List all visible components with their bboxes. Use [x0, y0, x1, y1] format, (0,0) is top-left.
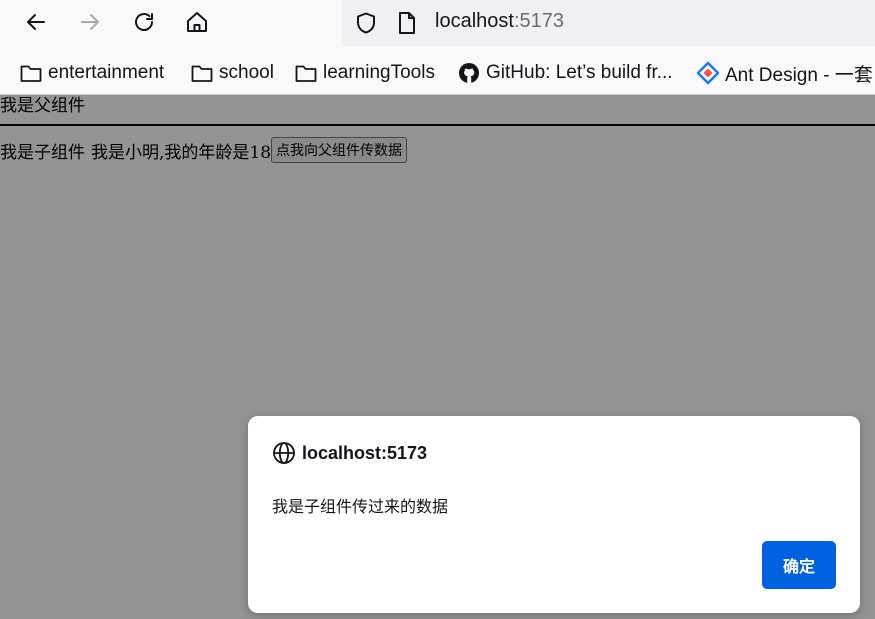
- folder-icon: [20, 65, 42, 82]
- back-button[interactable]: [18, 4, 54, 40]
- reload-icon: [135, 13, 153, 31]
- bookmark-entertainment[interactable]: entertainment: [19, 60, 164, 86]
- dialog-origin: localhost:5173: [272, 440, 427, 466]
- bookmark-ant-design[interactable]: Ant Design - 一套: [696, 60, 873, 86]
- browser-toolbar: localhost:5173: [0, 0, 875, 48]
- bookmark-label: Ant Design - 一套: [725, 64, 873, 86]
- folder-icon: [295, 65, 317, 82]
- bookmark-label: entertainment: [48, 62, 165, 83]
- url-bar[interactable]: localhost:5173: [342, 0, 875, 46]
- forward-arrow-icon: [81, 14, 99, 30]
- alert-dialog: localhost:5173 我是子组件传过来的数据 确定: [248, 416, 860, 613]
- dialog-origin-text: localhost:5173: [302, 442, 428, 463]
- bookmark-school[interactable]: school: [190, 60, 274, 86]
- url-port: :5173: [513, 10, 564, 32]
- ant-design-icon: [696, 61, 720, 85]
- home-button[interactable]: [179, 4, 215, 40]
- ok-button[interactable]: 确定: [762, 541, 836, 589]
- shield-icon[interactable]: [354, 11, 378, 35]
- bookmarks-bar: entertainment school learningTools GitHu…: [0, 48, 875, 95]
- reload-button[interactable]: [126, 4, 162, 40]
- folder-icon: [191, 65, 213, 82]
- bookmark-label: GitHub: Let’s build fr...: [486, 62, 673, 83]
- back-arrow-icon: [27, 14, 45, 30]
- bookmark-label: learningTools: [323, 62, 435, 83]
- url-text[interactable]: localhost:5173: [435, 10, 564, 33]
- bookmark-learningtools[interactable]: learningTools: [294, 60, 435, 86]
- bookmark-github[interactable]: GitHub: Let’s build fr...: [457, 60, 673, 86]
- dialog-message: 我是子组件传过来的数据: [272, 497, 449, 516]
- globe-icon: [273, 442, 295, 464]
- url-host: localhost: [435, 10, 514, 32]
- page-icon[interactable]: [396, 11, 418, 35]
- github-icon: [459, 63, 479, 83]
- forward-button[interactable]: [72, 4, 108, 40]
- home-icon: [187, 12, 207, 32]
- bookmark-label: school: [219, 62, 274, 83]
